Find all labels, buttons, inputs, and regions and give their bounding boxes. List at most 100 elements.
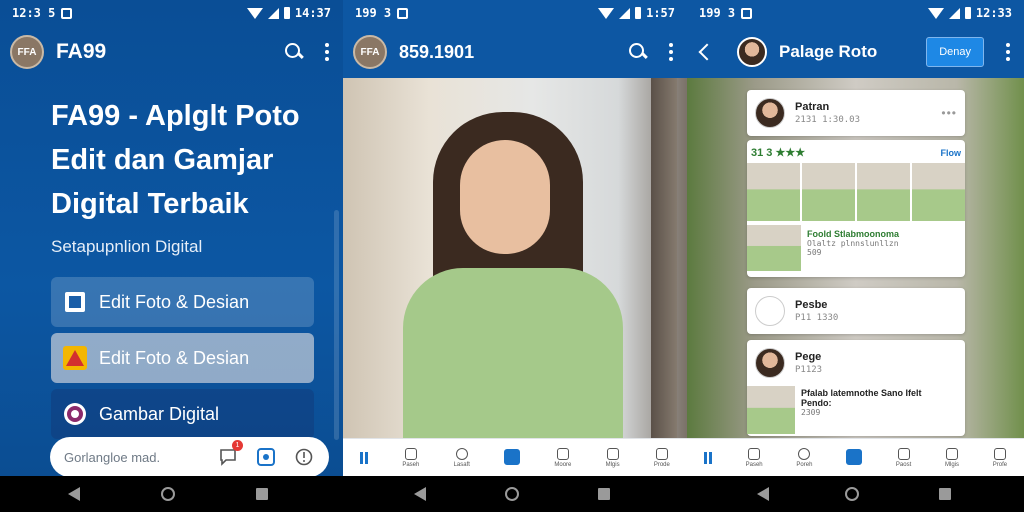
bell-icon <box>897 447 910 460</box>
info-icon[interactable] <box>293 446 315 468</box>
thumbnail[interactable] <box>747 225 801 271</box>
gallery-card[interactable]: 31 3 ★★★ Flow Foold Stlabmoonoma Olaltz p… <box>747 140 965 277</box>
post-author: Pege <box>795 351 822 363</box>
post-card[interactable]: Pesbe P11 1330 <box>747 288 965 334</box>
menu-label: Gambar Digital <box>99 403 220 424</box>
battery-icon <box>283 7 290 19</box>
search-icon <box>455 447 468 460</box>
scrollbar[interactable] <box>334 210 339 440</box>
more-options-icon[interactable] <box>1006 43 1010 61</box>
back-icon[interactable] <box>757 476 769 512</box>
app-logo: FFA <box>353 35 387 69</box>
android-nav-bar <box>0 476 1024 512</box>
battery-icon <box>964 7 971 19</box>
nav-item[interactable]: Profe <box>993 447 1007 468</box>
nav-item[interactable]: Moore <box>554 447 571 468</box>
status-clock: 14:37 <box>294 6 331 20</box>
recents-icon[interactable] <box>256 476 268 512</box>
photo-shirt <box>403 268 623 448</box>
nav-item[interactable]: Lasaft <box>454 447 470 468</box>
app-logo: FFA <box>10 35 44 69</box>
back-arrow-icon[interactable] <box>698 43 716 61</box>
app-bar: Palage Roto Denay <box>687 26 1024 78</box>
post-meta: 2131 1:30.03 <box>795 115 861 125</box>
nav-item[interactable]: Paseh <box>402 447 419 468</box>
menu-gambar-digital[interactable]: Gambar Digital <box>51 389 314 439</box>
avatar[interactable] <box>755 296 785 326</box>
recents-icon[interactable] <box>939 476 951 512</box>
bars-icon <box>703 451 712 464</box>
app-title: FA99 <box>56 40 107 63</box>
post-author: Pesbe <box>795 299 828 311</box>
chat-icon[interactable]: 1 <box>217 440 243 468</box>
nav-item[interactable]: Poreh <box>796 447 812 468</box>
thumbnail[interactable] <box>802 163 855 221</box>
app-bar: FFA FA99 <box>0 26 343 78</box>
home-icon[interactable] <box>845 476 859 512</box>
caption-secondary: Pendo: <box>801 398 832 408</box>
follow-link[interactable]: Flow <box>941 148 962 158</box>
portrait-photo[interactable] <box>343 78 687 448</box>
like-count: 509 <box>807 248 822 257</box>
home-icon <box>504 448 521 465</box>
more-options-icon[interactable] <box>325 43 329 61</box>
more-options-icon[interactable]: ••• <box>941 106 957 120</box>
nav-item-active[interactable] <box>504 448 521 467</box>
nav-item[interactable]: Paseh <box>746 447 763 468</box>
signal-icon <box>948 7 960 19</box>
nav-item[interactable]: Paost <box>896 447 911 468</box>
post-card[interactable]: Pege P1123 Pfalab latemnothe Sano Ifelt P… <box>747 340 965 436</box>
caption: Foold Stlabmoonoma <box>807 229 899 239</box>
bottom-nav: Paseh Poreh Paost Mlgis Profe <box>687 438 1024 476</box>
status-time: 12:3 5 <box>12 6 56 20</box>
notification-badge: 1 <box>232 440 243 451</box>
nav-item-active[interactable] <box>846 448 863 467</box>
bars-icon <box>360 451 369 464</box>
nav-item[interactable]: Mlgis <box>606 447 620 468</box>
avatar[interactable] <box>737 37 767 67</box>
thumbnail-grid <box>747 159 965 225</box>
signal-icon <box>619 7 631 19</box>
back-icon[interactable] <box>68 476 80 512</box>
image-icon <box>946 447 958 460</box>
signal-icon <box>267 7 279 19</box>
menu-edit-foto-2[interactable]: Edit Foto & Desian <box>51 333 314 383</box>
recents-icon[interactable] <box>598 476 610 512</box>
nav-item[interactable]: Prode <box>654 447 670 468</box>
search-icon[interactable] <box>629 43 647 61</box>
image-icon <box>606 447 619 460</box>
nav-menu[interactable] <box>703 451 712 464</box>
avatar[interactable] <box>755 348 785 378</box>
more-options-icon[interactable] <box>669 43 673 61</box>
back-icon[interactable] <box>414 476 426 512</box>
screen-profile: 199 3 12:33 Palage Roto Denay Patran 2131… <box>687 0 1024 476</box>
search-input[interactable]: Gorlangloe mad. <box>64 450 201 465</box>
status-bar: 12:3 5 14:37 <box>0 0 343 26</box>
post-card[interactable]: Patran 2131 1:30.03 ••• <box>747 90 965 136</box>
hero-subtitle: Setapupnlion Digital <box>51 237 203 256</box>
profile-icon <box>993 447 1006 460</box>
avatar[interactable] <box>755 98 785 128</box>
screen-home: 12:3 5 14:37 FFA FA99 FA99 - Aplglt Poto… <box>0 0 343 476</box>
post-meta: P1123 <box>795 365 823 375</box>
search-icon[interactable] <box>285 43 303 61</box>
warning-triangle-icon <box>63 346 87 370</box>
nav-menu[interactable] <box>360 451 369 464</box>
screen-photo: 199 3 1:57 FFA 859.1901 Paseh Lasaft Moo… <box>343 0 687 476</box>
thumbnail[interactable] <box>747 386 795 434</box>
home-icon[interactable] <box>505 476 519 512</box>
notification-icon <box>741 7 753 19</box>
thumbnail[interactable] <box>747 163 800 221</box>
page-title: Palage Roto <box>779 42 878 61</box>
caption-secondary: Olaltz plnnslunllzn <box>807 239 899 248</box>
photo-face <box>460 140 550 254</box>
thumbnail[interactable] <box>857 163 910 221</box>
menu-edit-foto-1[interactable]: Edit Foto & Desian <box>51 277 314 327</box>
nav-item[interactable]: Mlgis <box>945 447 959 468</box>
gallery-circle-icon <box>63 402 87 426</box>
follow-button[interactable]: Denay <box>926 37 984 67</box>
camera-frame-icon[interactable] <box>255 446 277 468</box>
bottom-input-bar: Gorlangloe mad. 1 <box>50 437 329 476</box>
thumbnail[interactable] <box>912 163 965 221</box>
home-icon[interactable] <box>161 476 175 512</box>
